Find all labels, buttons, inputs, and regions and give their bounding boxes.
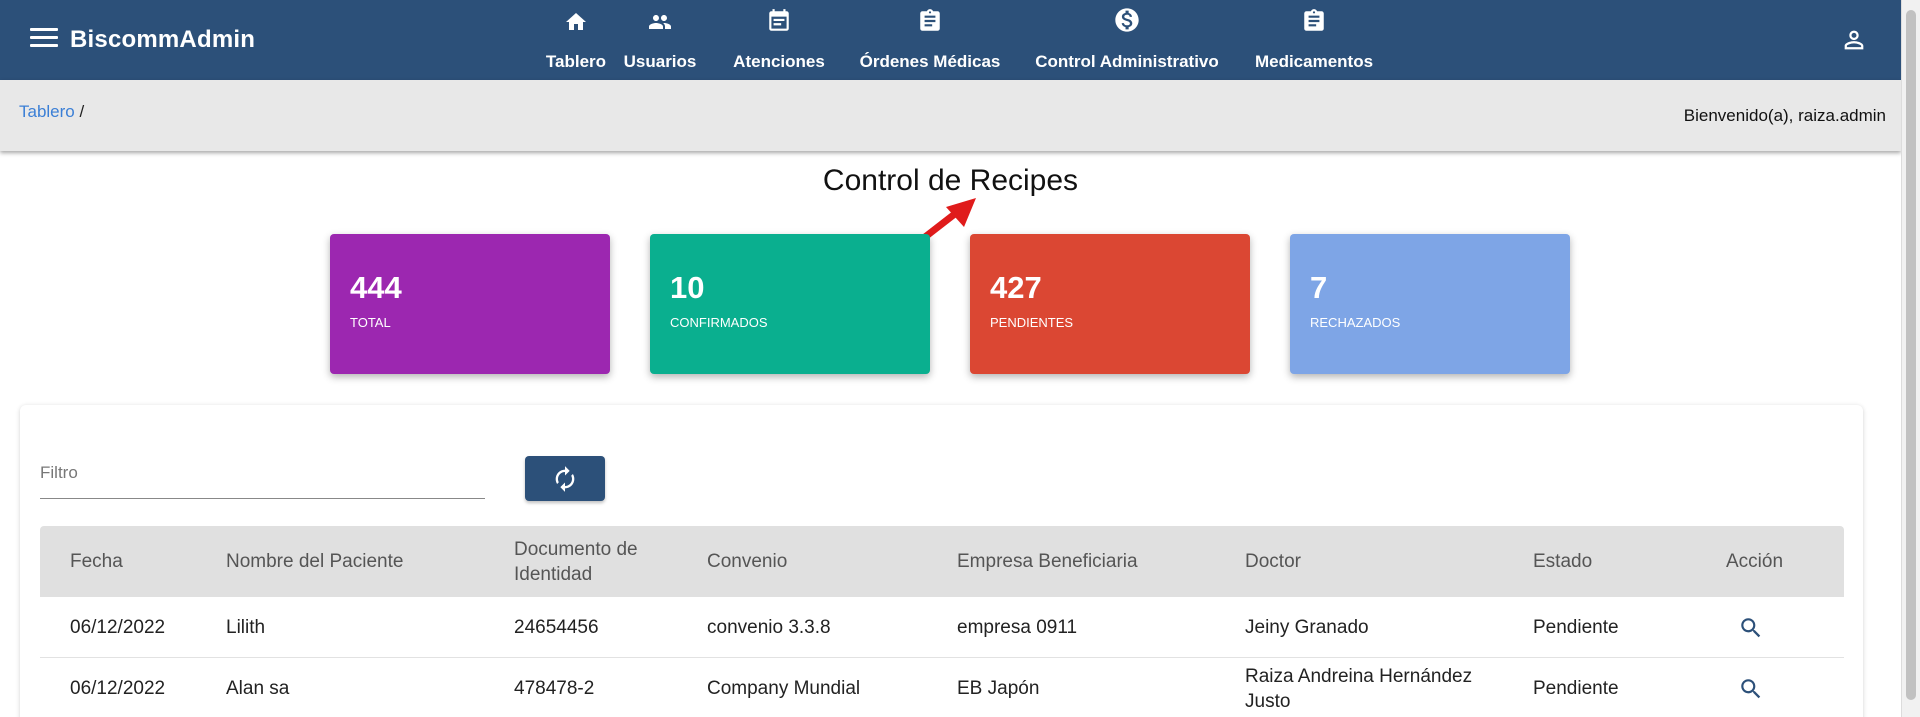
scrollbar-thumb[interactable] [1906,10,1916,700]
home-icon [562,0,590,40]
stat-card-rechazados[interactable]: 7 RECHAZADOS [1290,234,1570,374]
breadcrumb-bar: Tablero / Bienvenido(a), raiza.admin [0,80,1901,151]
cell-doctor: Jeiny Granado [1245,617,1369,638]
nav-label: Medicamentos [1254,52,1374,71]
users-icon [645,0,675,40]
stat-label: RECHAZADOS [1310,315,1401,330]
stat-card-total[interactable]: 444 TOTAL [330,234,610,374]
column-header-documento[interactable]: Documento de Identidad [514,526,664,597]
app-brand: BiscommAdmin [70,26,256,53]
table-row: 06/12/2022 Lilith 24654456 convenio 3.3.… [40,597,1844,658]
breadcrumb-link-tablero[interactable]: Tablero [19,102,75,121]
nav-label: Usuarios [623,52,697,71]
filter-field[interactable] [40,451,485,499]
table-row: 06/12/2022 Alan sa 478478-2 Company Mund… [40,658,1844,717]
column-header-convenio[interactable]: Convenio [707,526,787,597]
table-header: Fecha Nombre del Paciente Documento de I… [40,526,1844,597]
nav-item-ordenes-medicas[interactable]: Órdenes Médicas [855,0,1005,80]
stat-label: TOTAL [350,315,391,330]
hamburger-menu-icon[interactable] [30,28,58,52]
nav-label: Control Administrativo [1035,52,1219,71]
page-scrollbar[interactable] [1901,0,1920,717]
column-header-fecha[interactable]: Fecha [70,526,123,597]
stat-value: 427 [990,270,1042,305]
column-header-doctor[interactable]: Doctor [1245,526,1301,597]
stat-value: 10 [670,270,705,305]
stat-label: PENDIENTES [990,315,1074,330]
cell-documento: 24654456 [514,617,599,638]
breadcrumb: Tablero / [19,102,84,122]
cell-paciente: Alan sa [226,678,290,699]
search-icon[interactable] [1738,658,1764,717]
column-header-nombre-paciente[interactable]: Nombre del Paciente [226,526,403,597]
page-title: Control de Recipes [822,164,1079,197]
stat-label: CONFIRMADOS [670,315,768,330]
stat-card-pendientes[interactable]: 427 PENDIENTES [970,234,1250,374]
cell-documento: 478478-2 [514,678,595,699]
column-header-estado[interactable]: Estado [1533,526,1592,597]
cell-doctor: Raiza Andreina Hernández Justo [1245,665,1473,712]
cell-convenio: convenio 3.3.8 [707,617,831,638]
calendar-icon [766,0,792,40]
refresh-icon [555,465,575,492]
cell-paciente: Lilith [226,617,266,638]
recipes-table: Fecha Nombre del Paciente Documento de I… [40,526,1844,717]
search-icon[interactable] [1738,597,1764,658]
welcome-message: Bienvenido(a), raiza.admin [1683,106,1886,125]
column-header-accion: Acción [1726,551,1784,572]
stat-card-confirmados[interactable]: 10 CONFIRMADOS [650,234,930,374]
cell-fecha: 06/12/2022 [70,617,166,638]
filter-input[interactable] [40,451,485,483]
nav-item-control-administrativo[interactable]: Control Administrativo [1027,0,1227,80]
clipboard-icon [1301,0,1327,40]
nav-label: Órdenes Médicas [859,52,1001,71]
dollar-circle-icon [1113,0,1141,40]
cell-estado: Pendiente [1533,617,1619,638]
stat-value: 7 [1310,270,1328,305]
cell-empresa: empresa 0911 [957,617,1078,638]
nav-item-usuarios[interactable]: Usuarios [610,0,710,80]
clipboard-icon [917,0,943,40]
cell-convenio: Company Mundial [707,678,861,699]
nav-label: Atenciones [733,52,825,71]
account-icon[interactable] [1840,26,1868,59]
column-header-empresa[interactable]: Empresa Beneficiaria [957,526,1138,597]
cell-estado: Pendiente [1533,678,1619,699]
cell-fecha: 06/12/2022 [70,678,166,699]
stat-value: 444 [350,270,402,305]
refresh-button[interactable] [525,456,605,501]
nav-label: Tablero [545,52,607,71]
nav-item-medicamentos[interactable]: Medicamentos [1244,0,1384,80]
top-navbar: BiscommAdmin Tablero Usuarios Atenciones… [0,0,1901,80]
cell-empresa: EB Japón [957,678,1040,699]
breadcrumb-separator: / [79,102,85,121]
nav-item-atenciones[interactable]: Atenciones [724,0,834,80]
